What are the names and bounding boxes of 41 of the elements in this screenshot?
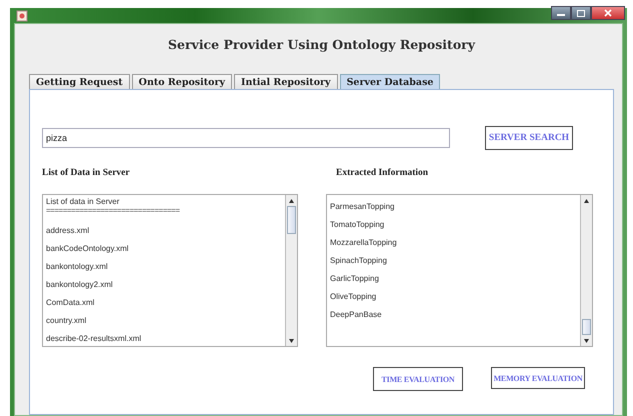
list-item[interactable]: bankontology2.xml	[46, 280, 282, 298]
scrollbar[interactable]	[580, 195, 592, 346]
scrollbar[interactable]	[285, 195, 297, 346]
evaluation-button[interactable]: MEMORY EVALUATION	[491, 367, 585, 389]
server-search-button[interactable]: SERVER SEARCH	[485, 126, 573, 150]
list-item[interactable]: bankontology.xml	[46, 262, 282, 280]
list-item[interactable]: describe-02-resultsxml.xml	[46, 334, 282, 346]
close-icon	[604, 9, 612, 17]
scroll-thumb[interactable]	[287, 206, 296, 234]
list-item[interactable]: bankCodeOntology.xml	[46, 244, 282, 262]
tab[interactable]: Server Database	[340, 74, 440, 89]
list-item[interactable]: MozzarellaTopping	[330, 238, 577, 256]
list-item[interactable]: SpinachTopping	[330, 256, 577, 274]
scroll-down-icon[interactable]	[289, 338, 294, 342]
list-item[interactable]: address.xml	[46, 226, 282, 244]
app-icon	[16, 10, 28, 22]
list-item[interactable]: OliveTopping	[330, 292, 577, 310]
tab[interactable]: Getting Request	[29, 74, 130, 89]
search-field[interactable]: pizza	[42, 128, 450, 148]
evaluation-button[interactable]: TIME EVALUATION	[373, 367, 463, 391]
list-heading: List of Data in Server	[42, 168, 131, 180]
list-item[interactable]: GarlicTopping	[330, 274, 577, 292]
maximize-button[interactable]	[571, 6, 591, 20]
minimize-button[interactable]	[551, 6, 571, 20]
list-heading: Extracted Information	[336, 168, 430, 180]
list-item[interactable]: TomatoTopping	[330, 220, 577, 238]
window-title: Service Provider Using Ontology Repository	[166, 37, 476, 52]
maximize-icon	[577, 10, 585, 16]
scroll-thumb[interactable]	[582, 319, 591, 335]
scroll-up-icon[interactable]	[289, 198, 294, 202]
list-item[interactable]: ParmesanTopping	[330, 202, 577, 220]
list-item[interactable]: country.xml	[46, 316, 282, 334]
list-item[interactable]: ComData.xml	[46, 298, 282, 316]
list-item[interactable]: DeepPanBase	[330, 310, 577, 328]
list-item[interactable]: ================================	[46, 206, 282, 226]
list-item[interactable]: List of data in Server	[46, 197, 282, 206]
tab[interactable]: Intial Repository	[234, 74, 338, 89]
tab[interactable]: Onto Repository	[132, 74, 232, 89]
scroll-down-icon[interactable]	[584, 338, 589, 342]
scroll-up-icon[interactable]	[584, 198, 589, 202]
close-button[interactable]	[591, 6, 625, 20]
